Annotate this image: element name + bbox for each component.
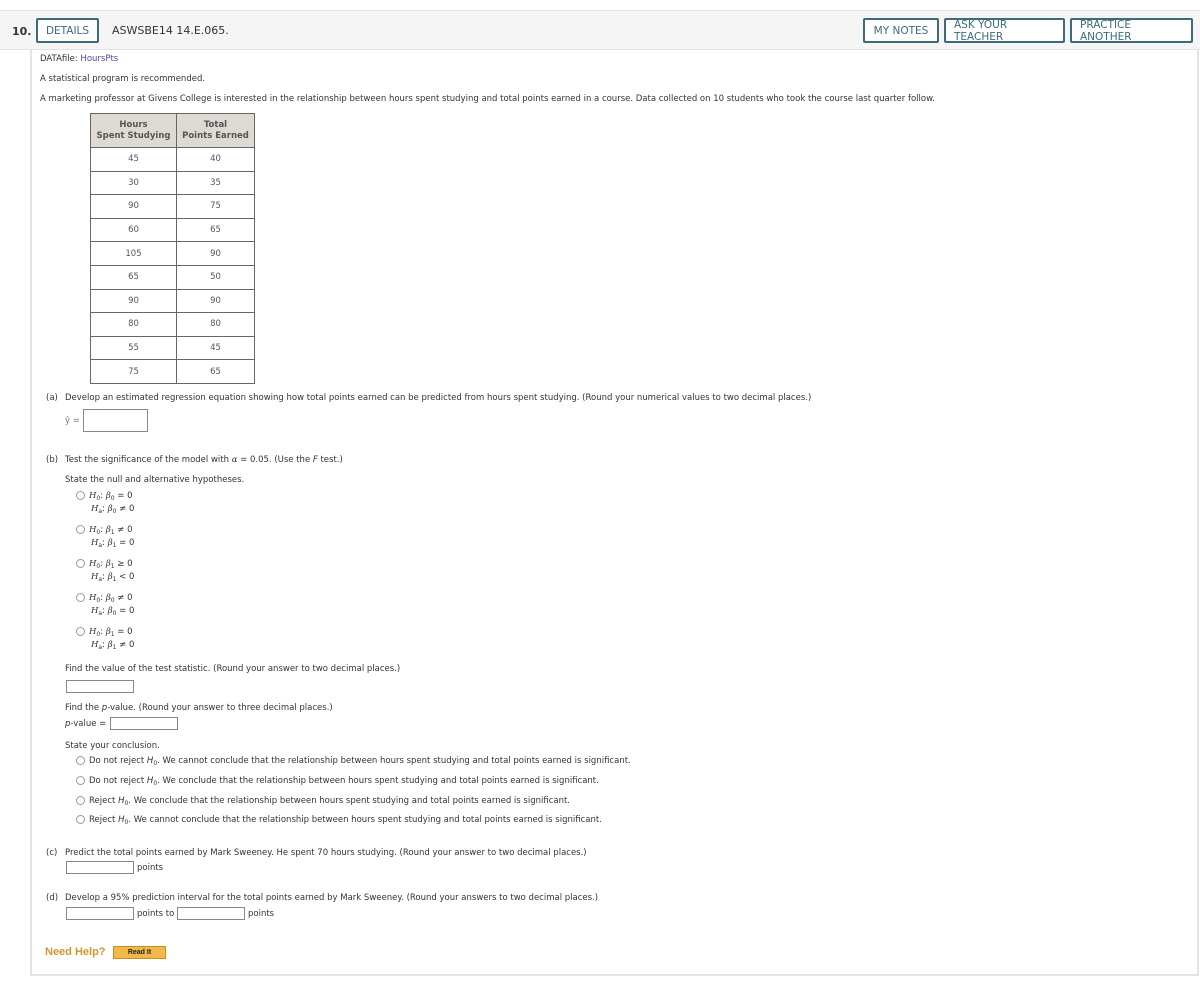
y-hat-label: ŷ = [65, 416, 80, 426]
hypothesis-option-1[interactable]: H0: β0 = 0 Ha: β0 ≠ 0 [76, 491, 134, 515]
datafile-label: DATAfile: [40, 54, 78, 64]
radio-button[interactable] [76, 559, 85, 568]
hours-cell: 105 [90, 241, 177, 266]
hours-cell: 65 [90, 264, 177, 290]
column-header-hours: Hours Spent Studying [90, 113, 177, 148]
my-notes-button[interactable]: MY NOTES [863, 18, 939, 43]
points-cell: 50 [176, 264, 255, 290]
predicted-points-input[interactable] [66, 861, 134, 874]
points-cell: 65 [176, 359, 255, 384]
test-statistic-prompt: Find the value of the test statistic. (R… [65, 664, 401, 674]
need-help-label: Need Help? [45, 946, 106, 958]
points-unit-label: points [137, 863, 164, 873]
table-header-row: Hours Spent Studying Total Points Earned [90, 113, 255, 148]
part-a-prompt: Develop an estimated regression equation… [65, 393, 812, 403]
question-number: 10. [12, 25, 32, 38]
points-cell: 80 [176, 312, 255, 337]
ask-your-teacher-button[interactable]: ASK YOUR TEACHER [944, 18, 1065, 43]
hours-cell: 75 [90, 359, 177, 384]
table-row: 65 50 [90, 264, 255, 290]
hypothesis-option-3[interactable]: H0: β1 ≥ 0 Ha: β1 < 0 [76, 559, 134, 583]
hours-cell: 90 [90, 288, 177, 314]
question-header: 10. DETAILS ASWSBE14 14.E.065. MY NOTES … [0, 10, 1200, 50]
part-c-label: (c) [46, 848, 58, 858]
hypothesis-option-4[interactable]: H0: β0 ≠ 0 Ha: β0 = 0 [76, 593, 134, 617]
radio-button[interactable] [76, 815, 85, 824]
p-value-label: p-value = [65, 719, 107, 729]
part-d-prompt: Develop a 95% prediction interval for th… [65, 893, 599, 903]
hours-cell: 60 [90, 217, 177, 243]
points-to-label: points to [137, 909, 175, 919]
points-cell: 35 [176, 170, 255, 196]
hours-cell: 30 [90, 170, 177, 196]
conclusion-option-4[interactable]: Reject H0. We cannot conclude that the r… [76, 815, 602, 826]
read-it-button[interactable]: Read It [113, 946, 166, 959]
hours-cell: 80 [90, 312, 177, 337]
radio-button[interactable] [76, 525, 85, 534]
interval-lower-input[interactable] [66, 907, 134, 920]
table-row: 105 90 [90, 241, 255, 266]
table-row: 60 65 [90, 217, 255, 243]
table-row: 90 90 [90, 288, 255, 314]
table-row: 90 75 [90, 194, 255, 219]
radio-button[interactable] [76, 776, 85, 785]
datafile-line: DATAfile: HoursPts [40, 54, 118, 64]
conclusion-option-1[interactable]: Do not reject H0. We cannot conclude tha… [76, 756, 631, 767]
data-table: Hours Spent Studying Total Points Earned… [90, 113, 255, 384]
recommendation-text: A statistical program is recommended. [40, 74, 206, 84]
part-c-prompt: Predict the total points earned by Mark … [65, 848, 587, 858]
radio-button[interactable] [76, 627, 85, 636]
points-cell: 45 [176, 335, 255, 361]
test-statistic-input[interactable] [66, 680, 134, 693]
part-d-label: (d) [46, 893, 59, 903]
hours-cell: 45 [90, 147, 177, 172]
interval-upper-input[interactable] [177, 907, 245, 920]
points-cell: 40 [176, 147, 255, 172]
hypotheses-prompt: State the null and alternative hypothese… [65, 475, 245, 485]
problem-statement: A marketing professor at Givens College … [40, 94, 935, 104]
part-b-prompt: Test the significance of the model with … [65, 455, 343, 465]
table-row: 30 35 [90, 170, 255, 196]
points-cell: 90 [176, 288, 255, 314]
practice-another-button[interactable]: PRACTICE ANOTHER [1070, 18, 1193, 43]
table-row: 45 40 [90, 147, 255, 172]
datafile-link[interactable]: HoursPts [80, 54, 118, 64]
column-header-points: Total Points Earned [176, 113, 255, 148]
p-value-input[interactable] [110, 717, 178, 730]
radio-button[interactable] [76, 796, 85, 805]
details-button[interactable]: DETAILS [36, 18, 99, 43]
table-row: 55 45 [90, 335, 255, 361]
hours-cell: 55 [90, 335, 177, 361]
radio-button[interactable] [76, 491, 85, 500]
part-b-label: (b) [46, 455, 59, 465]
points-cell: 90 [176, 241, 255, 266]
conclusion-prompt: State your conclusion. [65, 741, 160, 751]
points-unit-label-upper: points [248, 909, 275, 919]
points-cell: 65 [176, 217, 255, 243]
conclusion-option-3[interactable]: Reject H0. We conclude that the relation… [76, 796, 570, 807]
radio-button[interactable] [76, 756, 85, 765]
p-value-prompt: Find the p-value. (Round your answer to … [65, 703, 333, 713]
conclusion-option-2[interactable]: Do not reject H0. We conclude that the r… [76, 776, 599, 787]
table-row: 80 80 [90, 312, 255, 337]
hypothesis-option-2[interactable]: H0: β1 ≠ 0 Ha: β1 = 0 [76, 525, 134, 549]
hours-cell: 90 [90, 194, 177, 219]
part-a-label: (a) [46, 393, 58, 403]
question-code: ASWSBE14 14.E.065. [112, 24, 229, 37]
radio-button[interactable] [76, 593, 85, 602]
regression-equation-input[interactable] [83, 409, 148, 432]
hypothesis-option-5[interactable]: H0: β1 = 0 Ha: β1 ≠ 0 [76, 627, 134, 651]
table-row: 75 65 [90, 359, 255, 384]
points-cell: 75 [176, 194, 255, 219]
